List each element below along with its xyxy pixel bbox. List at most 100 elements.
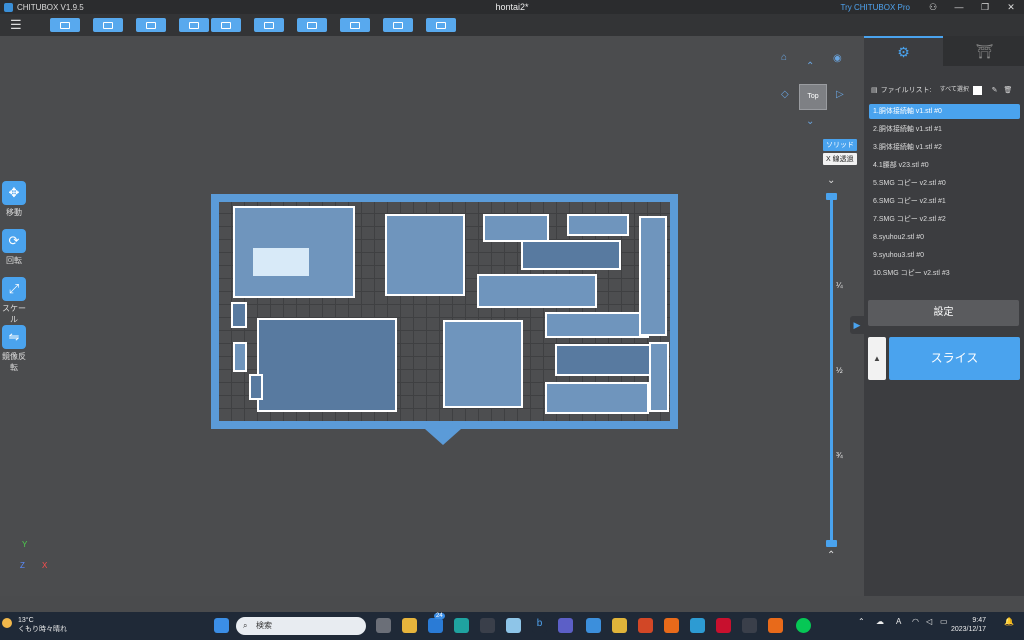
rotate-up-icon[interactable]: ⌃	[806, 61, 814, 72]
model-part[interactable]	[443, 320, 523, 408]
select-all-checkbox[interactable]	[972, 85, 982, 95]
supports-icon[interactable]	[297, 18, 327, 32]
model-part[interactable]	[257, 318, 397, 412]
bing-icon[interactable]: b	[532, 618, 547, 633]
home-view-icon[interactable]: ⌂	[781, 52, 787, 63]
rotate-left-icon[interactable]: ◇	[781, 89, 789, 100]
tray-chevron-icon[interactable]: ⌃	[858, 617, 865, 626]
save-icon[interactable]	[93, 18, 123, 32]
mirror-tool[interactable]: ⇋ 鏡像反転	[0, 325, 28, 373]
hamburger-menu-icon[interactable]: ☰	[10, 18, 24, 32]
model-part[interactable]	[649, 342, 669, 412]
open-file-icon[interactable]	[50, 18, 80, 32]
file-list-item[interactable]: 10.SMG コピー v2.stl #3	[869, 266, 1020, 281]
fusion-icon[interactable]	[664, 618, 679, 633]
battery-icon[interactable]: ▭	[940, 617, 948, 626]
cloud-icon[interactable]: ☁	[876, 617, 884, 626]
model-part[interactable]	[385, 214, 465, 296]
slice-options-caret-icon[interactable]: ▲	[868, 337, 886, 380]
rotate-tool[interactable]: ⟳ 回転	[0, 229, 28, 266]
start-icon[interactable]	[214, 618, 229, 633]
user-icon[interactable]: ⚇	[920, 2, 946, 13]
redo-icon[interactable]	[211, 18, 241, 32]
settings-button[interactable]: 設定	[868, 300, 1019, 326]
scale-tool[interactable]: ⤢ スケール	[0, 277, 28, 325]
model-part[interactable]	[639, 216, 667, 336]
view-cube[interactable]: Top	[799, 84, 827, 110]
slider-up-icon[interactable]: ⌄	[827, 175, 835, 186]
slider-down-icon[interactable]: ⌃	[827, 550, 835, 561]
fusion2-icon[interactable]	[768, 618, 783, 633]
minimize-icon[interactable]: —	[946, 2, 972, 12]
model-part[interactable]	[483, 214, 549, 242]
model-part[interactable]	[545, 312, 649, 338]
model-part[interactable]	[521, 240, 621, 270]
chrome-icon[interactable]	[612, 618, 627, 633]
photos-icon[interactable]	[690, 618, 705, 633]
model-settings-tab-icon[interactable]: ⚙	[864, 36, 943, 66]
model-part[interactable]	[231, 302, 247, 328]
app2-icon[interactable]	[742, 618, 757, 633]
teams-icon[interactable]	[558, 618, 573, 633]
rotate-down-icon[interactable]: ⌄	[806, 116, 814, 127]
package-icon[interactable]	[426, 18, 456, 32]
layer-slider-bottom-knob[interactable]	[826, 540, 837, 547]
file-list-item[interactable]: 2.胴体接続軸 v1.stl #1	[869, 122, 1020, 137]
delete-icon[interactable]: 🗑	[1003, 86, 1012, 94]
chitubox-taskbar-icon[interactable]	[586, 618, 601, 633]
file-list-item[interactable]: 6.SMG コピー v2.stl #1	[869, 194, 1020, 209]
model-part[interactable]	[477, 274, 597, 308]
file-list-item[interactable]: 3.胴体接続軸 v1.stl #2	[869, 140, 1020, 155]
hollow-icon[interactable]	[340, 18, 370, 32]
file-list-item[interactable]: 7.SMG コピー v2.stl #2	[869, 212, 1020, 227]
slice-button[interactable]: スライス	[889, 337, 1020, 380]
app-icon[interactable]	[506, 618, 521, 633]
maximize-icon[interactable]: ❐	[972, 2, 998, 13]
supports-tab-icon[interactable]: ⛩	[945, 36, 1024, 66]
layer-slider-top-knob[interactable]	[826, 193, 837, 200]
auto-layout-icon[interactable]	[254, 18, 284, 32]
xray-mode-button[interactable]: X 線透過	[823, 153, 857, 165]
powerpoint-icon[interactable]	[638, 618, 653, 633]
model-part[interactable]	[249, 374, 263, 400]
undo-icon[interactable]	[179, 18, 209, 32]
file-list-item[interactable]: 4.1腰部 v23.stl #0	[869, 158, 1020, 173]
wifi-icon[interactable]: ◠	[912, 617, 919, 626]
file-list-item[interactable]: 9.syuhou3.stl #0	[869, 248, 1020, 263]
model-part[interactable]	[233, 342, 247, 372]
volume-icon[interactable]: ◁	[926, 617, 932, 626]
model-part[interactable]	[545, 382, 649, 414]
ime-indicator[interactable]: A	[896, 617, 901, 626]
move-tool[interactable]: ✥ 移動	[0, 181, 28, 218]
file-list-icon: ▤	[871, 87, 878, 94]
file-list-item[interactable]: 8.syuhou2.stl #0	[869, 230, 1020, 245]
model-part[interactable]	[555, 344, 659, 376]
model-part[interactable]	[233, 206, 355, 298]
build-plate	[211, 194, 678, 429]
file-list-item[interactable]: 1.胴体接続軸 v1.stl #0	[869, 104, 1020, 119]
file-list-item[interactable]: 5.SMG コピー v2.stl #0	[869, 176, 1020, 191]
taskbar-search[interactable]: ⌕ 検索	[236, 617, 366, 635]
eye-icon[interactable]: ◉	[833, 53, 842, 64]
model-part[interactable]	[567, 214, 629, 236]
print-settings-icon[interactable]	[383, 18, 413, 32]
task-view-icon[interactable]	[376, 618, 391, 633]
edge-icon[interactable]	[454, 618, 469, 633]
clock-date: 2023/12/17	[950, 626, 986, 633]
line-icon[interactable]	[796, 618, 811, 633]
select-icon[interactable]	[136, 18, 166, 32]
clock[interactable]: 9:47 2023/12/17	[951, 616, 986, 634]
mail-icon[interactable]: 24	[428, 613, 445, 633]
weather-widget[interactable]: 13°C くもり時々晴れ	[2, 616, 67, 634]
layer-slider-track[interactable]	[830, 197, 833, 544]
rotate-right-icon[interactable]: ▷	[836, 89, 844, 100]
collapse-panel-icon[interactable]: ▶	[850, 316, 864, 334]
try-pro-link[interactable]: Try CHITUBOX Pro	[841, 3, 910, 12]
edit-icon[interactable]: ✎	[992, 86, 998, 94]
close-icon[interactable]: ✕	[998, 2, 1024, 13]
solid-mode-button[interactable]: ソリッド	[823, 139, 857, 151]
store-icon[interactable]	[480, 618, 495, 633]
notification-icon[interactable]: 🔔	[1004, 617, 1014, 626]
acrobat-icon[interactable]	[716, 618, 731, 633]
file-explorer-icon[interactable]	[402, 618, 417, 633]
